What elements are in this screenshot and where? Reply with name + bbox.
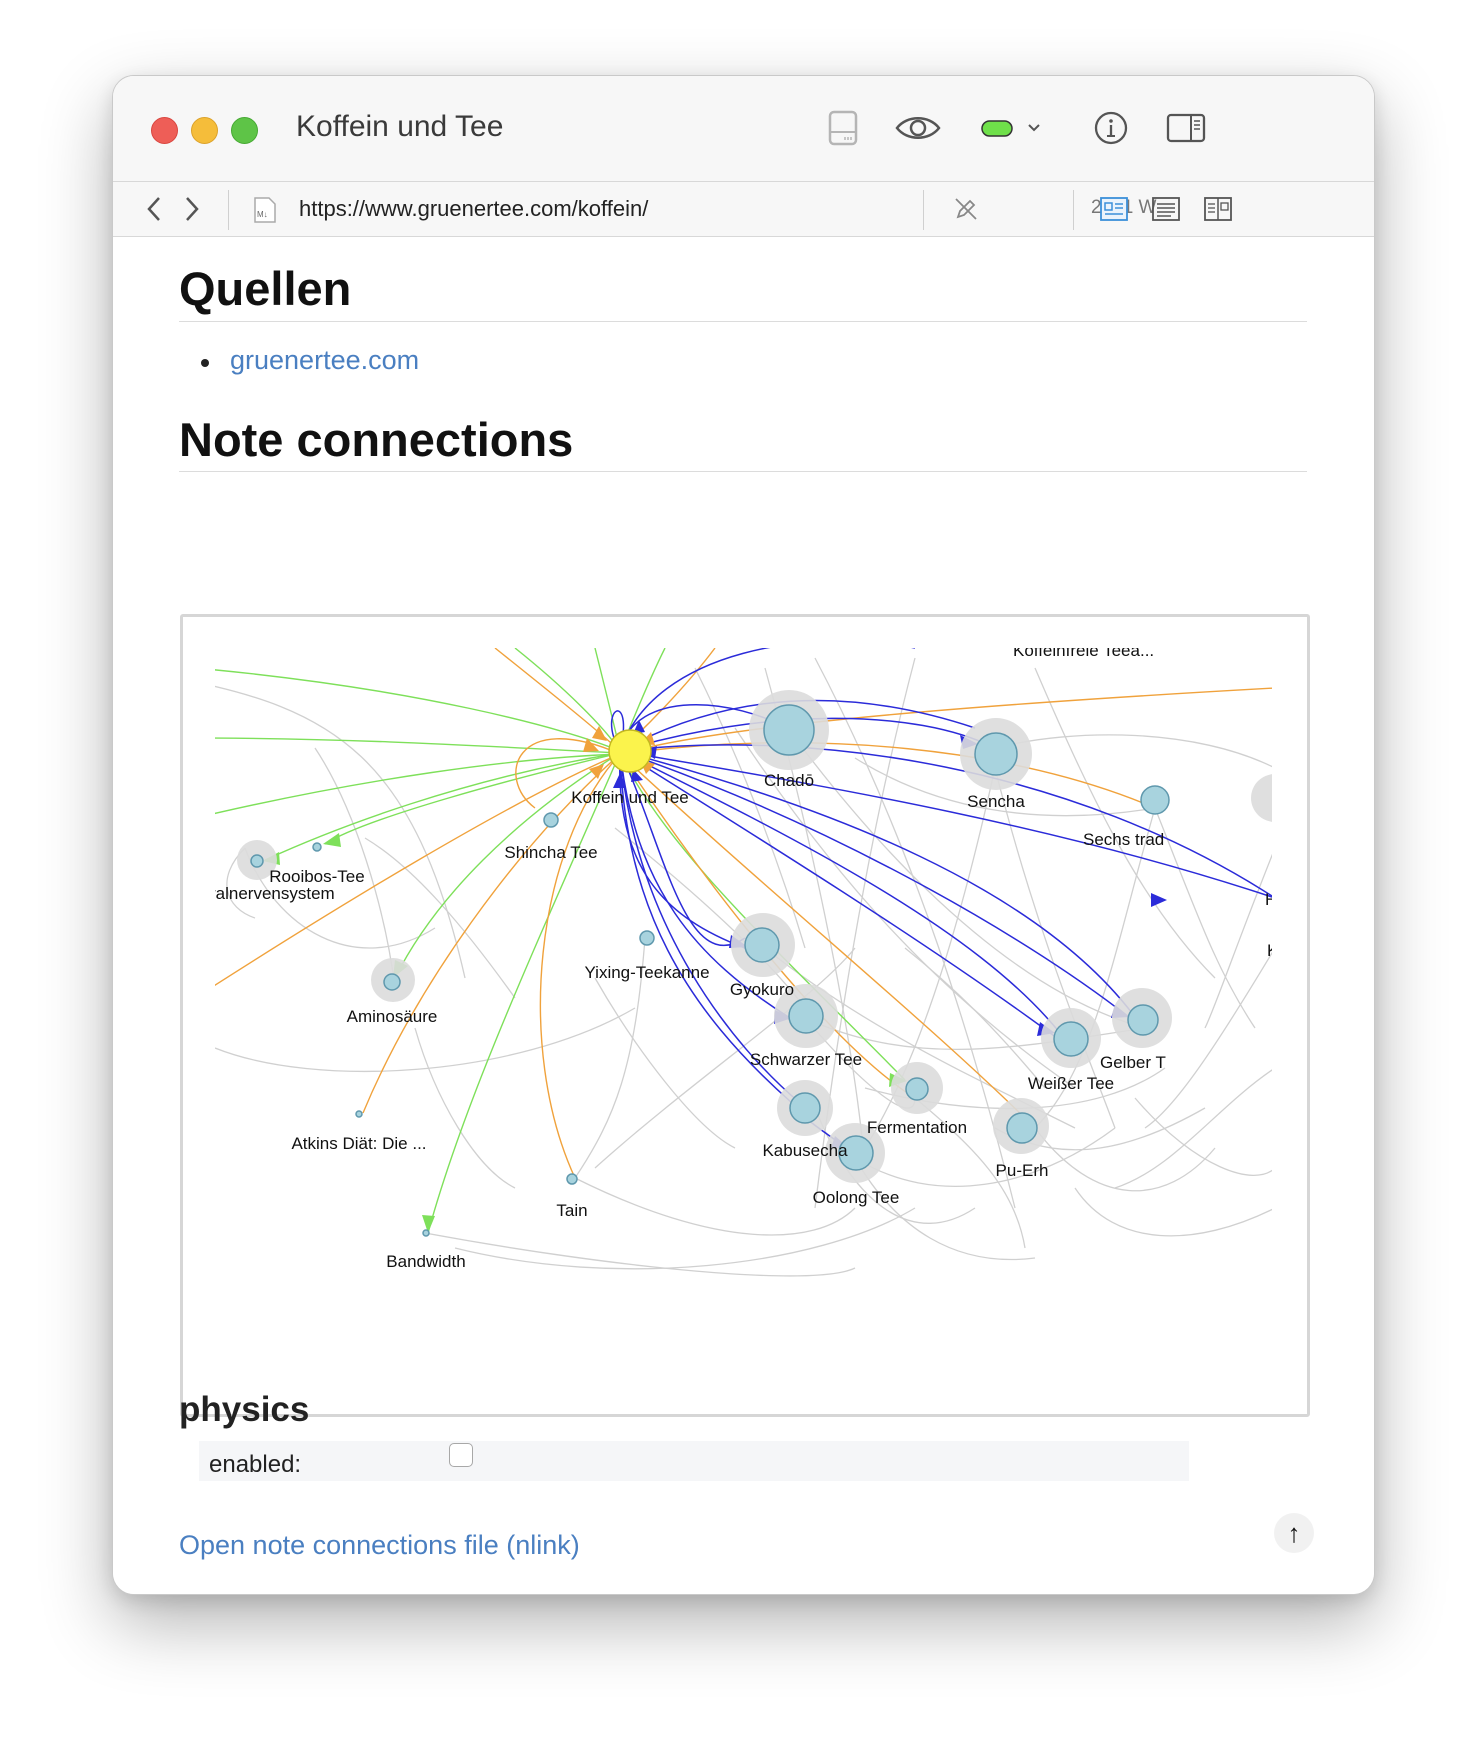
heading-rule bbox=[179, 471, 1307, 472]
physics-options-row: enabled: bbox=[199, 1441, 1189, 1481]
physics-heading: physics bbox=[179, 1390, 310, 1429]
graph-node[interactable] bbox=[355, 1110, 363, 1118]
scroll-to-top-button[interactable]: ↑ bbox=[1274, 1513, 1314, 1553]
node-label: Atkins Diät: Die ... bbox=[291, 1134, 426, 1153]
svg-text:M↓: M↓ bbox=[257, 210, 268, 219]
node-label: Koffeinfreie Teea... bbox=[1013, 648, 1154, 660]
node-label: Gyokuro bbox=[730, 980, 794, 999]
window-title: Koffein und Tee bbox=[296, 110, 504, 143]
status-pill-icon[interactable] bbox=[977, 106, 1047, 150]
node-label: Fermentation bbox=[867, 1118, 967, 1137]
side-by-side-icon[interactable] bbox=[1203, 195, 1233, 228]
node-label: Pu-Erh bbox=[996, 1161, 1049, 1180]
source-link[interactable]: gruenertee.com bbox=[230, 345, 419, 376]
node-label: Kabusecha bbox=[762, 1141, 848, 1160]
heading-sources: Quellen bbox=[179, 262, 352, 315]
markdown-file-icon: M↓ bbox=[253, 196, 277, 229]
divider bbox=[923, 190, 924, 230]
graph-node[interactable] bbox=[905, 1077, 929, 1101]
back-button[interactable] bbox=[137, 192, 171, 226]
graph-node[interactable] bbox=[1006, 1112, 1038, 1144]
preview-mode-icon[interactable] bbox=[1099, 195, 1129, 228]
node-label: Sechs trad bbox=[1083, 830, 1164, 849]
node-label: Aminosäure bbox=[347, 1007, 438, 1026]
node-label: Tain bbox=[556, 1201, 587, 1220]
note-connections-graph[interactable]: Koffein und Tee Chadō Sencha Sechs trad … bbox=[180, 614, 1310, 1417]
graph-node-center[interactable] bbox=[608, 729, 652, 773]
graph-node[interactable] bbox=[250, 854, 264, 868]
close-window-button[interactable] bbox=[151, 117, 178, 144]
divider bbox=[228, 190, 229, 230]
titlebar: Koffein und Tee bbox=[113, 76, 1374, 182]
info-icon[interactable] bbox=[1091, 106, 1131, 150]
physics-enabled-label: enabled: bbox=[209, 1451, 302, 1478]
node-label: Oolong Tee bbox=[813, 1188, 900, 1207]
node-label: Weißer Tee bbox=[1028, 1074, 1114, 1093]
graph-node[interactable] bbox=[422, 1229, 430, 1237]
graph-node[interactable] bbox=[744, 927, 780, 963]
text-mode-icon[interactable] bbox=[1151, 195, 1181, 228]
node-label: Yixing-Teekanne bbox=[584, 963, 709, 982]
app-window: Koffein und Tee M↓ https://www.gruenerte… bbox=[112, 75, 1375, 1595]
graph-node[interactable] bbox=[1140, 785, 1170, 815]
divider bbox=[1073, 190, 1074, 230]
graph-node[interactable] bbox=[312, 842, 322, 852]
graph-canvas[interactable]: Koffein und Tee Chadō Sencha Sechs trad … bbox=[215, 648, 1272, 1368]
node-label: H bbox=[1265, 890, 1272, 909]
graph-node[interactable] bbox=[383, 973, 401, 991]
node-label: Gelber T bbox=[1100, 1053, 1166, 1072]
graph-node[interactable] bbox=[1127, 1004, 1159, 1036]
node-label: Chadō bbox=[764, 771, 814, 790]
graph-node[interactable] bbox=[1053, 1021, 1089, 1057]
graph-node[interactable] bbox=[763, 704, 815, 756]
node-label: K bbox=[1267, 941, 1272, 960]
sidebar-toggle-icon[interactable] bbox=[823, 106, 863, 150]
heading-rule bbox=[179, 321, 1307, 322]
node-label: Sencha bbox=[967, 792, 1025, 811]
heading-note-connections: Note connections bbox=[179, 413, 574, 466]
list-bullet bbox=[201, 359, 209, 367]
address-bar: M↓ https://www.gruenertee.com/koffein/ 2… bbox=[113, 182, 1374, 237]
physics-enabled-checkbox[interactable] bbox=[449, 1443, 473, 1467]
node-label: Shincha Tee bbox=[504, 843, 597, 862]
split-view-icon[interactable] bbox=[1163, 106, 1209, 150]
node-label: ralnervensystem bbox=[215, 884, 335, 903]
node-label: Schwarzer Tee bbox=[750, 1050, 862, 1069]
outgoing-links bbox=[610, 648, 1272, 1149]
graph-node[interactable] bbox=[788, 998, 824, 1034]
document-content: Quellen gruenertee.com Note connections bbox=[113, 237, 1374, 1594]
pen-off-icon[interactable] bbox=[953, 196, 979, 227]
eye-icon[interactable] bbox=[893, 106, 943, 150]
graph-node[interactable] bbox=[543, 812, 559, 828]
graph-node[interactable] bbox=[639, 930, 655, 946]
minimize-window-button[interactable] bbox=[191, 117, 218, 144]
graph-node[interactable] bbox=[789, 1092, 821, 1124]
node-label: Koffein und Tee bbox=[571, 788, 689, 807]
url-field[interactable]: https://www.gruenertee.com/koffein/ bbox=[299, 196, 648, 222]
zoom-window-button[interactable] bbox=[231, 117, 258, 144]
graph-node[interactable] bbox=[974, 732, 1018, 776]
graph-node[interactable] bbox=[566, 1173, 578, 1185]
forward-button[interactable] bbox=[175, 192, 209, 226]
incoming-links-orange bbox=[215, 648, 1272, 1179]
open-note-connections-link[interactable]: Open note connections file (nlink) bbox=[179, 1530, 580, 1561]
node-label: Bandwidth bbox=[386, 1252, 465, 1271]
